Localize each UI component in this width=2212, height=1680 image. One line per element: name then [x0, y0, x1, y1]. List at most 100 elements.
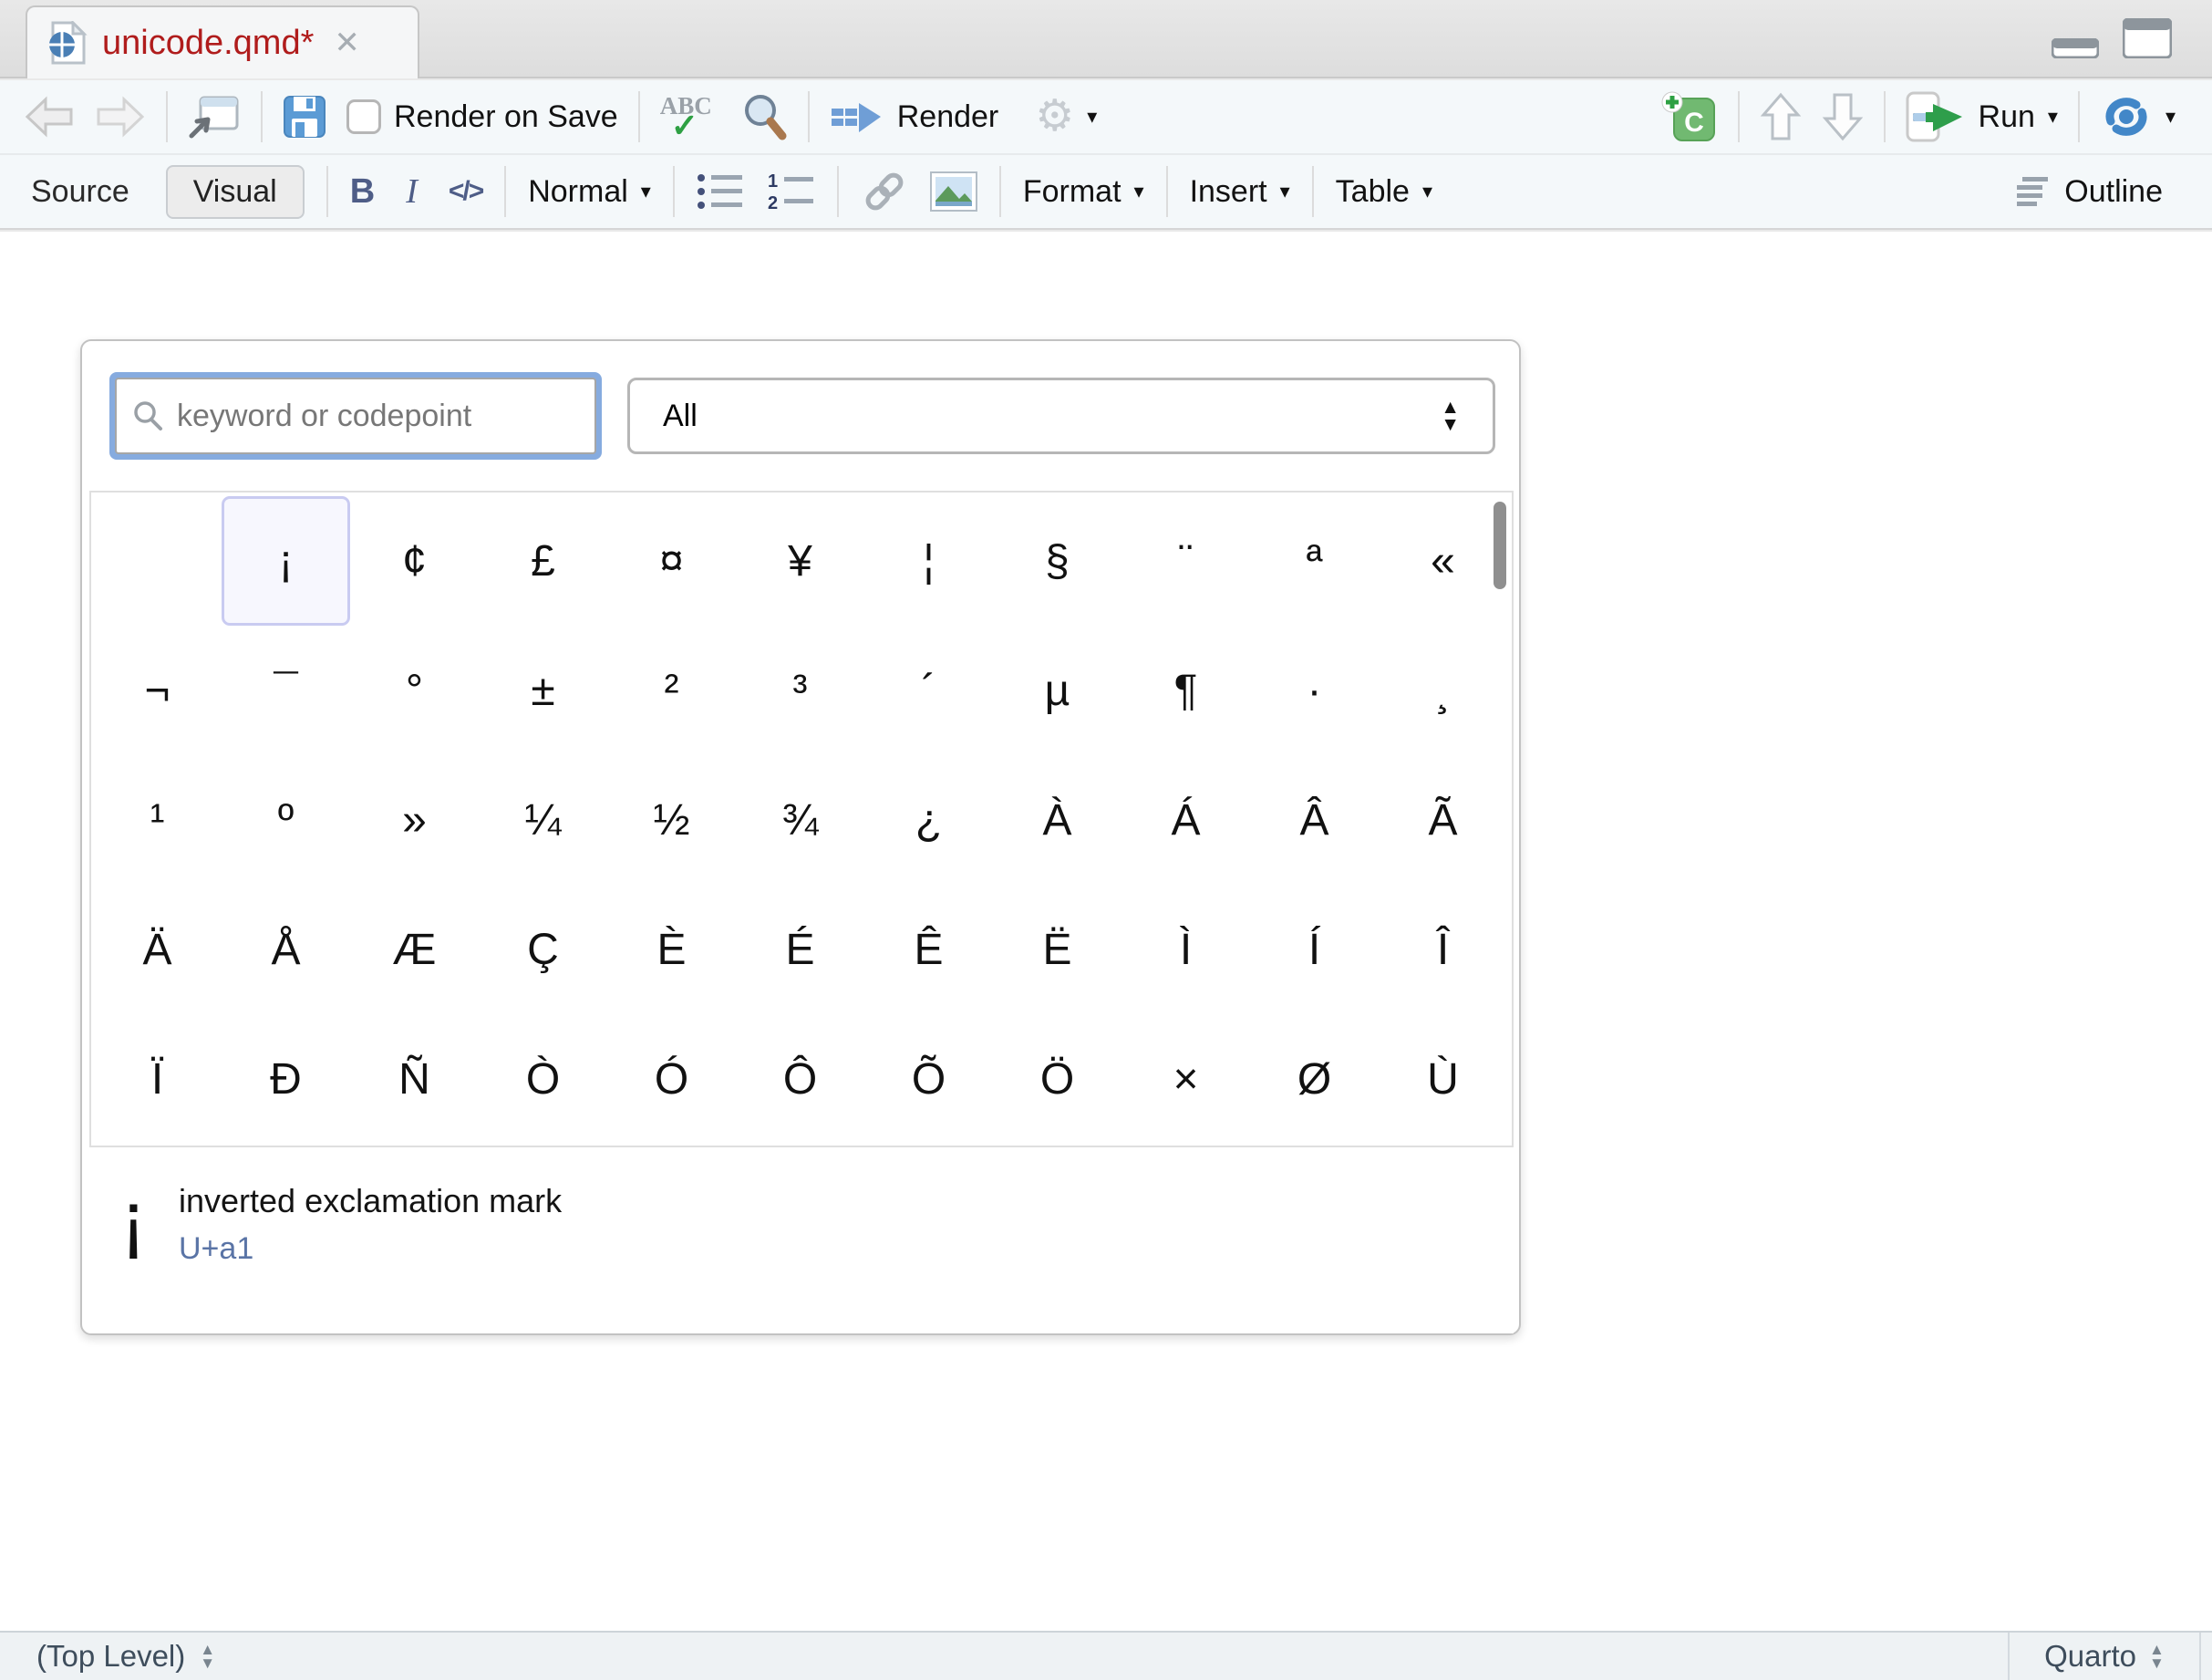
spellcheck-icon[interactable]: ABC ✓ [660, 92, 720, 141]
source-mode-button[interactable]: Source [31, 174, 129, 210]
link-icon[interactable] [861, 170, 908, 213]
char-cell[interactable]: ° [350, 626, 479, 755]
char-cell[interactable]: Æ [350, 885, 479, 1014]
run-previous-icon[interactable] [1760, 91, 1802, 142]
char-cell[interactable]: Ë [993, 885, 1122, 1014]
search-input[interactable] [177, 399, 580, 434]
char-cell[interactable]: Ø [1250, 1014, 1379, 1144]
char-cell[interactable]: Õ [864, 1014, 993, 1144]
char-cell[interactable]: À [993, 755, 1122, 885]
image-icon[interactable] [930, 171, 977, 212]
category-select[interactable]: All ▲▼ [627, 378, 1495, 454]
mode-selector[interactable]: Quarto ▲▼ [2008, 1633, 2201, 1680]
insert-chunk-icon[interactable]: C [1659, 91, 1718, 142]
char-cell[interactable]: ¾ [736, 755, 864, 885]
char-cell[interactable]: ¯ [222, 626, 350, 755]
char-cell[interactable]: Ä [93, 885, 222, 1014]
char-cell[interactable]: Ã [1379, 755, 1507, 885]
char-cell[interactable]: ¸ [1379, 626, 1507, 755]
source-on-save-button[interactable]: ▾ [2100, 94, 2176, 140]
char-cell[interactable]: ¦ [864, 496, 993, 626]
char-cell[interactable]: ¨ [1122, 496, 1250, 626]
char-cell[interactable]: ¥ [736, 496, 864, 626]
char-cell[interactable]: » [350, 755, 479, 885]
char-cell[interactable]: ½ [607, 755, 736, 885]
format-menu[interactable]: Format ▾ [1023, 174, 1144, 210]
find-replace-icon[interactable] [740, 92, 788, 141]
char-cell[interactable]: È [607, 885, 736, 1014]
symbol-search-field[interactable] [109, 372, 602, 460]
render-button[interactable]: Render [830, 96, 999, 138]
char-cell[interactable]: ¡ [222, 496, 350, 626]
char-cell[interactable]: Ð [222, 1014, 350, 1144]
char-cell[interactable]: ´ [864, 626, 993, 755]
char-cell[interactable]: ³ [736, 626, 864, 755]
char-cell[interactable]: É [736, 885, 864, 1014]
render-options-button[interactable]: ⚙ ▾ [1035, 95, 1097, 139]
scope-selector[interactable]: (Top Level) ▲▼ [0, 1633, 2008, 1680]
italic-button[interactable]: I [406, 171, 418, 212]
char-cell[interactable]: Í [1250, 885, 1379, 1014]
char-cell[interactable]: · [1250, 626, 1379, 755]
char-cell[interactable]: Î [1379, 885, 1507, 1014]
numbered-list-icon[interactable]: 1 2 [766, 171, 815, 213]
insert-menu[interactable]: Insert ▾ [1190, 174, 1290, 210]
character-grid: ¡¢£¤¥¦§¨ª« ¬¯°±²³´µ¶·¸ ¹º»¼½¾¿ÀÁÂÃ ÄÅÆÇÈÉÊË… [91, 493, 1512, 1144]
char-cell[interactable]: § [993, 496, 1122, 626]
char-cell[interactable]: ± [479, 626, 607, 755]
char-cell[interactable]: ¿ [864, 755, 993, 885]
char-cell[interactable]: £ [479, 496, 607, 626]
outline-toggle[interactable]: Outline [2015, 174, 2163, 210]
char-cell[interactable]: µ [993, 626, 1122, 755]
char-cell[interactable]: ª [1250, 496, 1379, 626]
char-cell[interactable]: Ê [864, 885, 993, 1014]
editor-canvas[interactable]: All ▲▼ ¡¢£¤¥¦§¨ª« ¬¯°±²³´µ¶·¸ ¹º»¼½¾¿ÀÁÂÃ Ä… [0, 232, 2212, 1631]
char-cell[interactable]: Ó [607, 1014, 736, 1144]
char-cell[interactable]: Å [222, 885, 350, 1014]
tab-close-icon[interactable]: ✕ [334, 25, 360, 61]
grid-scrollbar[interactable] [1494, 502, 1506, 589]
char-cell[interactable] [93, 496, 222, 626]
table-menu[interactable]: Table ▾ [1336, 174, 1432, 210]
char-cell[interactable]: ¢ [350, 496, 479, 626]
char-cell[interactable]: ² [607, 626, 736, 755]
char-cell[interactable]: Ñ [350, 1014, 479, 1144]
char-cell[interactable]: « [1379, 496, 1507, 626]
maximize-pane-icon[interactable] [2123, 18, 2172, 58]
char-cell[interactable]: Ç [479, 885, 607, 1014]
char-cell[interactable]: º [222, 755, 350, 885]
char-cell[interactable]: Â [1250, 755, 1379, 885]
preview-codepoint: U+a1 [179, 1231, 253, 1267]
char-cell[interactable]: ¬ [93, 626, 222, 755]
tab-unicode-qmd[interactable]: unicode.qmd* ✕ [26, 5, 419, 78]
char-cell[interactable]: Ï [93, 1014, 222, 1144]
char-cell[interactable]: Ò [479, 1014, 607, 1144]
open-in-window-icon[interactable] [188, 94, 241, 140]
render-on-save-toggle[interactable]: Render on Save [346, 99, 618, 135]
paragraph-style-dropdown[interactable]: Normal ▾ [528, 174, 651, 210]
save-icon[interactable] [283, 95, 326, 139]
chevron-down-icon: ▾ [1134, 181, 1144, 202]
run-button[interactable]: Run ▾ [1906, 91, 2058, 142]
bullet-list-icon[interactable] [697, 171, 744, 212]
visual-mode-button[interactable]: Visual [166, 165, 305, 219]
char-cell[interactable]: × [1122, 1014, 1250, 1144]
back-icon[interactable] [24, 96, 75, 138]
char-cell[interactable]: Ö [993, 1014, 1122, 1144]
char-cell[interactable]: Á [1122, 755, 1250, 885]
char-cell[interactable]: Ô [736, 1014, 864, 1144]
char-cell[interactable]: ¤ [607, 496, 736, 626]
char-cell[interactable]: ¶ [1122, 626, 1250, 755]
char-cell[interactable]: ¹ [93, 755, 222, 885]
forward-icon[interactable] [95, 96, 146, 138]
render-on-save-checkbox[interactable] [346, 99, 381, 134]
char-cell[interactable]: Ì [1122, 885, 1250, 1014]
minimize-pane-icon[interactable] [2052, 38, 2099, 58]
special-character-popup: All ▲▼ ¡¢£¤¥¦§¨ª« ¬¯°±²³´µ¶·¸ ¹º»¼½¾¿ÀÁÂÃ Ä… [80, 339, 1521, 1335]
code-button[interactable]: </> [449, 176, 482, 207]
bold-button[interactable]: B [350, 172, 375, 212]
char-cell[interactable]: Ù [1379, 1014, 1507, 1144]
char-cell[interactable]: ¼ [479, 755, 607, 885]
render-icon [830, 96, 884, 138]
run-next-icon[interactable] [1822, 91, 1864, 142]
